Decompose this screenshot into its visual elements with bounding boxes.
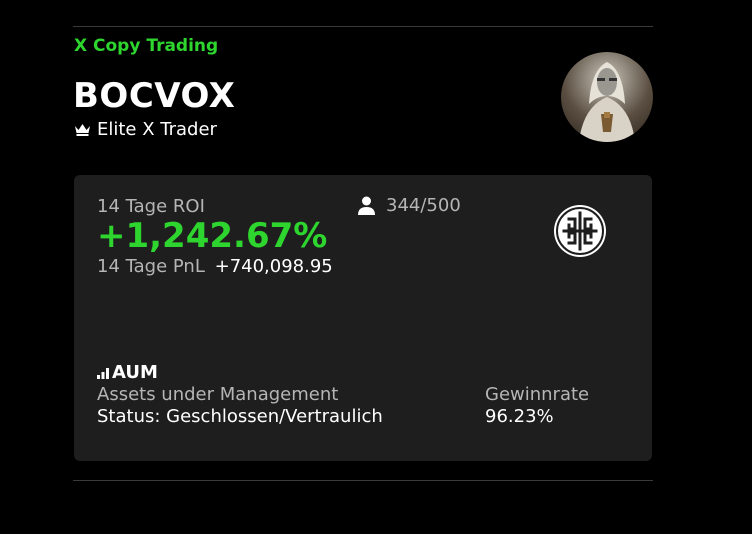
aum-title: AUM: [97, 362, 158, 383]
person-icon: [358, 196, 375, 215]
pnl-label: 14 Tage PnL: [97, 256, 205, 277]
avatar-image: [579, 62, 635, 142]
trader-rank: Elite X Trader: [74, 119, 217, 140]
trader-rank-label: Elite X Trader: [97, 119, 217, 140]
followers-value: 344/500: [386, 195, 461, 216]
brand-title: X Copy Trading: [74, 36, 219, 56]
aum-title-text: AUM: [112, 362, 158, 383]
winrate-value: 96.23%: [485, 406, 554, 427]
signal-bars-icon: [97, 367, 109, 379]
roi-label: 14 Tage ROI: [97, 196, 205, 217]
trader-stats-card: 14 Tage ROI +1,242.67% 14 Tage PnL +740,…: [74, 175, 652, 461]
crown-icon: [75, 124, 90, 136]
aum-subtitle: Assets under Management: [97, 384, 339, 405]
trader-name: BOCVOX: [73, 76, 236, 116]
top-divider: [73, 26, 653, 27]
pnl-row: 14 Tage PnL +740,098.95: [97, 256, 333, 277]
avatar[interactable]: [561, 52, 653, 142]
roi-value: +1,242.67%: [97, 216, 328, 256]
brand-logo-icon: [554, 205, 606, 257]
aum-status: Status: Geschlossen/Vertraulich: [97, 406, 383, 427]
bottom-divider: [73, 480, 653, 481]
winrate-label: Gewinnrate: [485, 384, 590, 405]
followers-count: 344/500: [357, 195, 461, 216]
pnl-value: +740,098.95: [214, 256, 333, 277]
